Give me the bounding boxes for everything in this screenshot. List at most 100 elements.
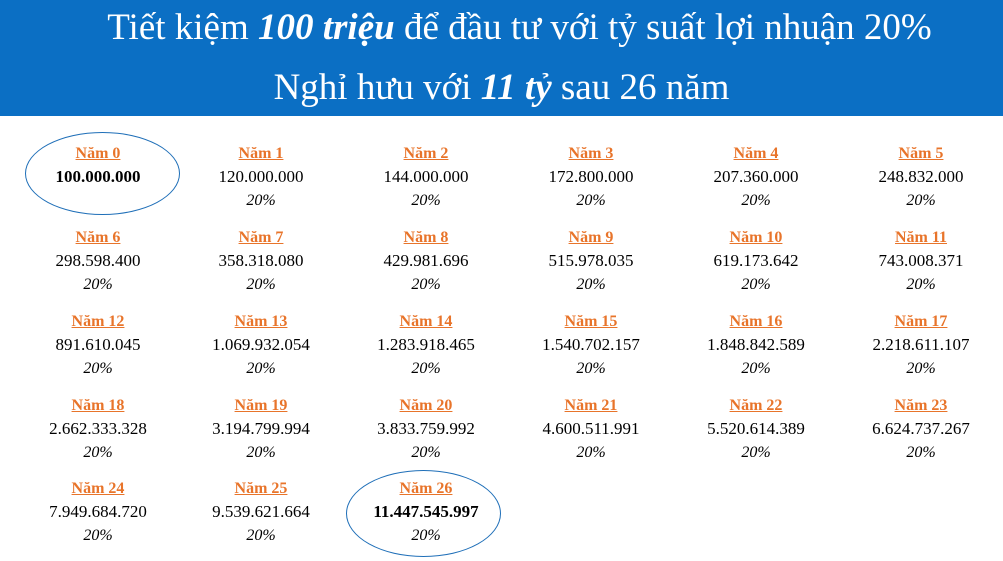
year-rate: 20% bbox=[411, 192, 441, 209]
year-amount: 891.610.045 bbox=[55, 335, 141, 354]
year-rate: 20% bbox=[906, 276, 936, 293]
year-amount: 7.949.684.720 bbox=[49, 502, 147, 521]
year-amount: 515.978.035 bbox=[548, 251, 634, 270]
year-amount: 1.848.842.589 bbox=[707, 335, 805, 354]
year-amount: 1.283.918.465 bbox=[377, 335, 475, 354]
title-line-1-post: để đầu tư với tỷ suất lợi nhuận 20% bbox=[394, 7, 932, 48]
year-label[interactable]: Năm 22 bbox=[676, 395, 836, 417]
year-label[interactable]: Năm 19 bbox=[181, 395, 341, 417]
year-rate: 20% bbox=[83, 444, 113, 461]
year-cell: Năm 6 298.598.400 20% bbox=[18, 227, 178, 297]
year-cell: Năm 21 4.600.511.991 20% bbox=[511, 395, 671, 465]
year-label[interactable]: Năm 16 bbox=[676, 311, 836, 333]
year-cell: Năm 9 515.978.035 20% bbox=[511, 227, 671, 297]
year-label[interactable]: Năm 6 bbox=[18, 227, 178, 249]
year-label[interactable]: Năm 11 bbox=[841, 227, 1001, 249]
year-amount: 1.069.932.054 bbox=[212, 335, 310, 354]
year-amount: 429.981.696 bbox=[383, 251, 469, 270]
year-label[interactable]: Năm 23 bbox=[841, 395, 1001, 417]
year-cell: Năm 23 6.624.737.267 20% bbox=[841, 395, 1001, 465]
year-label[interactable]: Năm 5 bbox=[841, 143, 1001, 165]
year-cell: Năm 10 619.173.642 20% bbox=[676, 227, 836, 297]
year-label[interactable]: Năm 9 bbox=[511, 227, 671, 249]
year-amount: 120.000.000 bbox=[218, 167, 304, 186]
year-rate: 20% bbox=[741, 276, 771, 293]
year-rate: 20% bbox=[411, 276, 441, 293]
year-label[interactable]: Năm 15 bbox=[511, 311, 671, 333]
year-label[interactable]: Năm 10 bbox=[676, 227, 836, 249]
title-line-2-post: sau 26 năm bbox=[551, 67, 730, 108]
year-amount: 9.539.621.664 bbox=[212, 502, 310, 521]
year-cell: Năm 2 144.000.000 20% bbox=[346, 143, 506, 213]
year-amount: 3.194.799.994 bbox=[212, 419, 310, 438]
year-rate: 20% bbox=[576, 276, 606, 293]
year-amount: 619.173.642 bbox=[713, 251, 799, 270]
year-amount: 4.600.511.991 bbox=[542, 419, 640, 438]
year-label[interactable]: Năm 17 bbox=[841, 311, 1001, 333]
year-cell: Năm 8 429.981.696 20% bbox=[346, 227, 506, 297]
year-rate: 20% bbox=[576, 444, 606, 461]
year-cell: Năm 19 3.194.799.994 20% bbox=[181, 395, 341, 465]
year-rate: 20% bbox=[741, 444, 771, 461]
year-rate: 20% bbox=[411, 360, 441, 377]
year-cell: Năm 14 1.283.918.465 20% bbox=[346, 311, 506, 381]
title-line-1: Tiết kiệm 100 triệu để đầu tư với tỷ suấ… bbox=[0, 6, 1003, 50]
year-rate: 20% bbox=[411, 444, 441, 461]
year-amount: 2.218.611.107 bbox=[872, 335, 970, 354]
year-cell: Năm 13 1.069.932.054 20% bbox=[181, 311, 341, 381]
year-amount: 3.833.759.992 bbox=[377, 419, 475, 438]
year-amount: 207.360.000 bbox=[713, 167, 799, 186]
title-line-2-pre: Nghỉ hưu với bbox=[273, 67, 481, 108]
highlight-ellipse-end bbox=[346, 470, 501, 557]
year-amount: 144.000.000 bbox=[383, 167, 469, 186]
year-rate: 20% bbox=[246, 527, 276, 544]
year-cell: Năm 25 9.539.621.664 20% bbox=[181, 478, 341, 548]
year-rate: 20% bbox=[246, 192, 276, 209]
year-amount: 172.800.000 bbox=[548, 167, 634, 186]
year-cell: Năm 22 5.520.614.389 20% bbox=[676, 395, 836, 465]
year-label[interactable]: Năm 20 bbox=[346, 395, 506, 417]
year-amount: 2.662.333.328 bbox=[49, 419, 147, 438]
year-cell: Năm 20 3.833.759.992 20% bbox=[346, 395, 506, 465]
year-label[interactable]: Năm 25 bbox=[181, 478, 341, 500]
year-rate: 20% bbox=[741, 192, 771, 209]
year-rate: 20% bbox=[246, 444, 276, 461]
year-rate: 20% bbox=[83, 276, 113, 293]
year-amount: 6.624.737.267 bbox=[872, 419, 970, 438]
year-cell: Năm 15 1.540.702.157 20% bbox=[511, 311, 671, 381]
year-label[interactable]: Năm 18 bbox=[18, 395, 178, 417]
year-rate: 20% bbox=[906, 360, 936, 377]
year-cell: Năm 5 248.832.000 20% bbox=[841, 143, 1001, 213]
year-label[interactable]: Năm 1 bbox=[181, 143, 341, 165]
year-amount: 248.832.000 bbox=[878, 167, 964, 186]
title-banner: Tiết kiệm 100 triệu để đầu tư với tỷ suấ… bbox=[0, 0, 1003, 116]
year-rate: 20% bbox=[83, 360, 113, 377]
year-cell: Năm 18 2.662.333.328 20% bbox=[18, 395, 178, 465]
year-amount: 1.540.702.157 bbox=[542, 335, 640, 354]
year-label[interactable]: Năm 8 bbox=[346, 227, 506, 249]
year-label[interactable]: Năm 3 bbox=[511, 143, 671, 165]
year-cell: Năm 12 891.610.045 20% bbox=[18, 311, 178, 381]
year-cell: Năm 3 172.800.000 20% bbox=[511, 143, 671, 213]
year-label[interactable]: Năm 14 bbox=[346, 311, 506, 333]
year-cell: Năm 7 358.318.080 20% bbox=[181, 227, 341, 297]
year-label[interactable]: Năm 7 bbox=[181, 227, 341, 249]
highlight-ellipse-start bbox=[25, 132, 180, 215]
year-label[interactable]: Năm 13 bbox=[181, 311, 341, 333]
title-line-1-pre: Tiết kiệm bbox=[107, 7, 258, 48]
year-label[interactable]: Năm 24 bbox=[18, 478, 178, 500]
year-rate: 20% bbox=[576, 360, 606, 377]
year-rate: 20% bbox=[246, 360, 276, 377]
year-label[interactable]: Năm 21 bbox=[511, 395, 671, 417]
year-cell: Năm 1 120.000.000 20% bbox=[181, 143, 341, 213]
year-amount: 743.008.371 bbox=[878, 251, 964, 270]
year-cell: Năm 4 207.360.000 20% bbox=[676, 143, 836, 213]
year-label[interactable]: Năm 12 bbox=[18, 311, 178, 333]
year-rate: 20% bbox=[83, 527, 113, 544]
year-cell: Năm 17 2.218.611.107 20% bbox=[841, 311, 1001, 381]
year-label[interactable]: Năm 4 bbox=[676, 143, 836, 165]
title-line-2-emphasis: 11 tỷ bbox=[480, 67, 552, 108]
year-label[interactable]: Năm 2 bbox=[346, 143, 506, 165]
year-rate: 20% bbox=[576, 192, 606, 209]
year-cell: Năm 24 7.949.684.720 20% bbox=[18, 478, 178, 548]
